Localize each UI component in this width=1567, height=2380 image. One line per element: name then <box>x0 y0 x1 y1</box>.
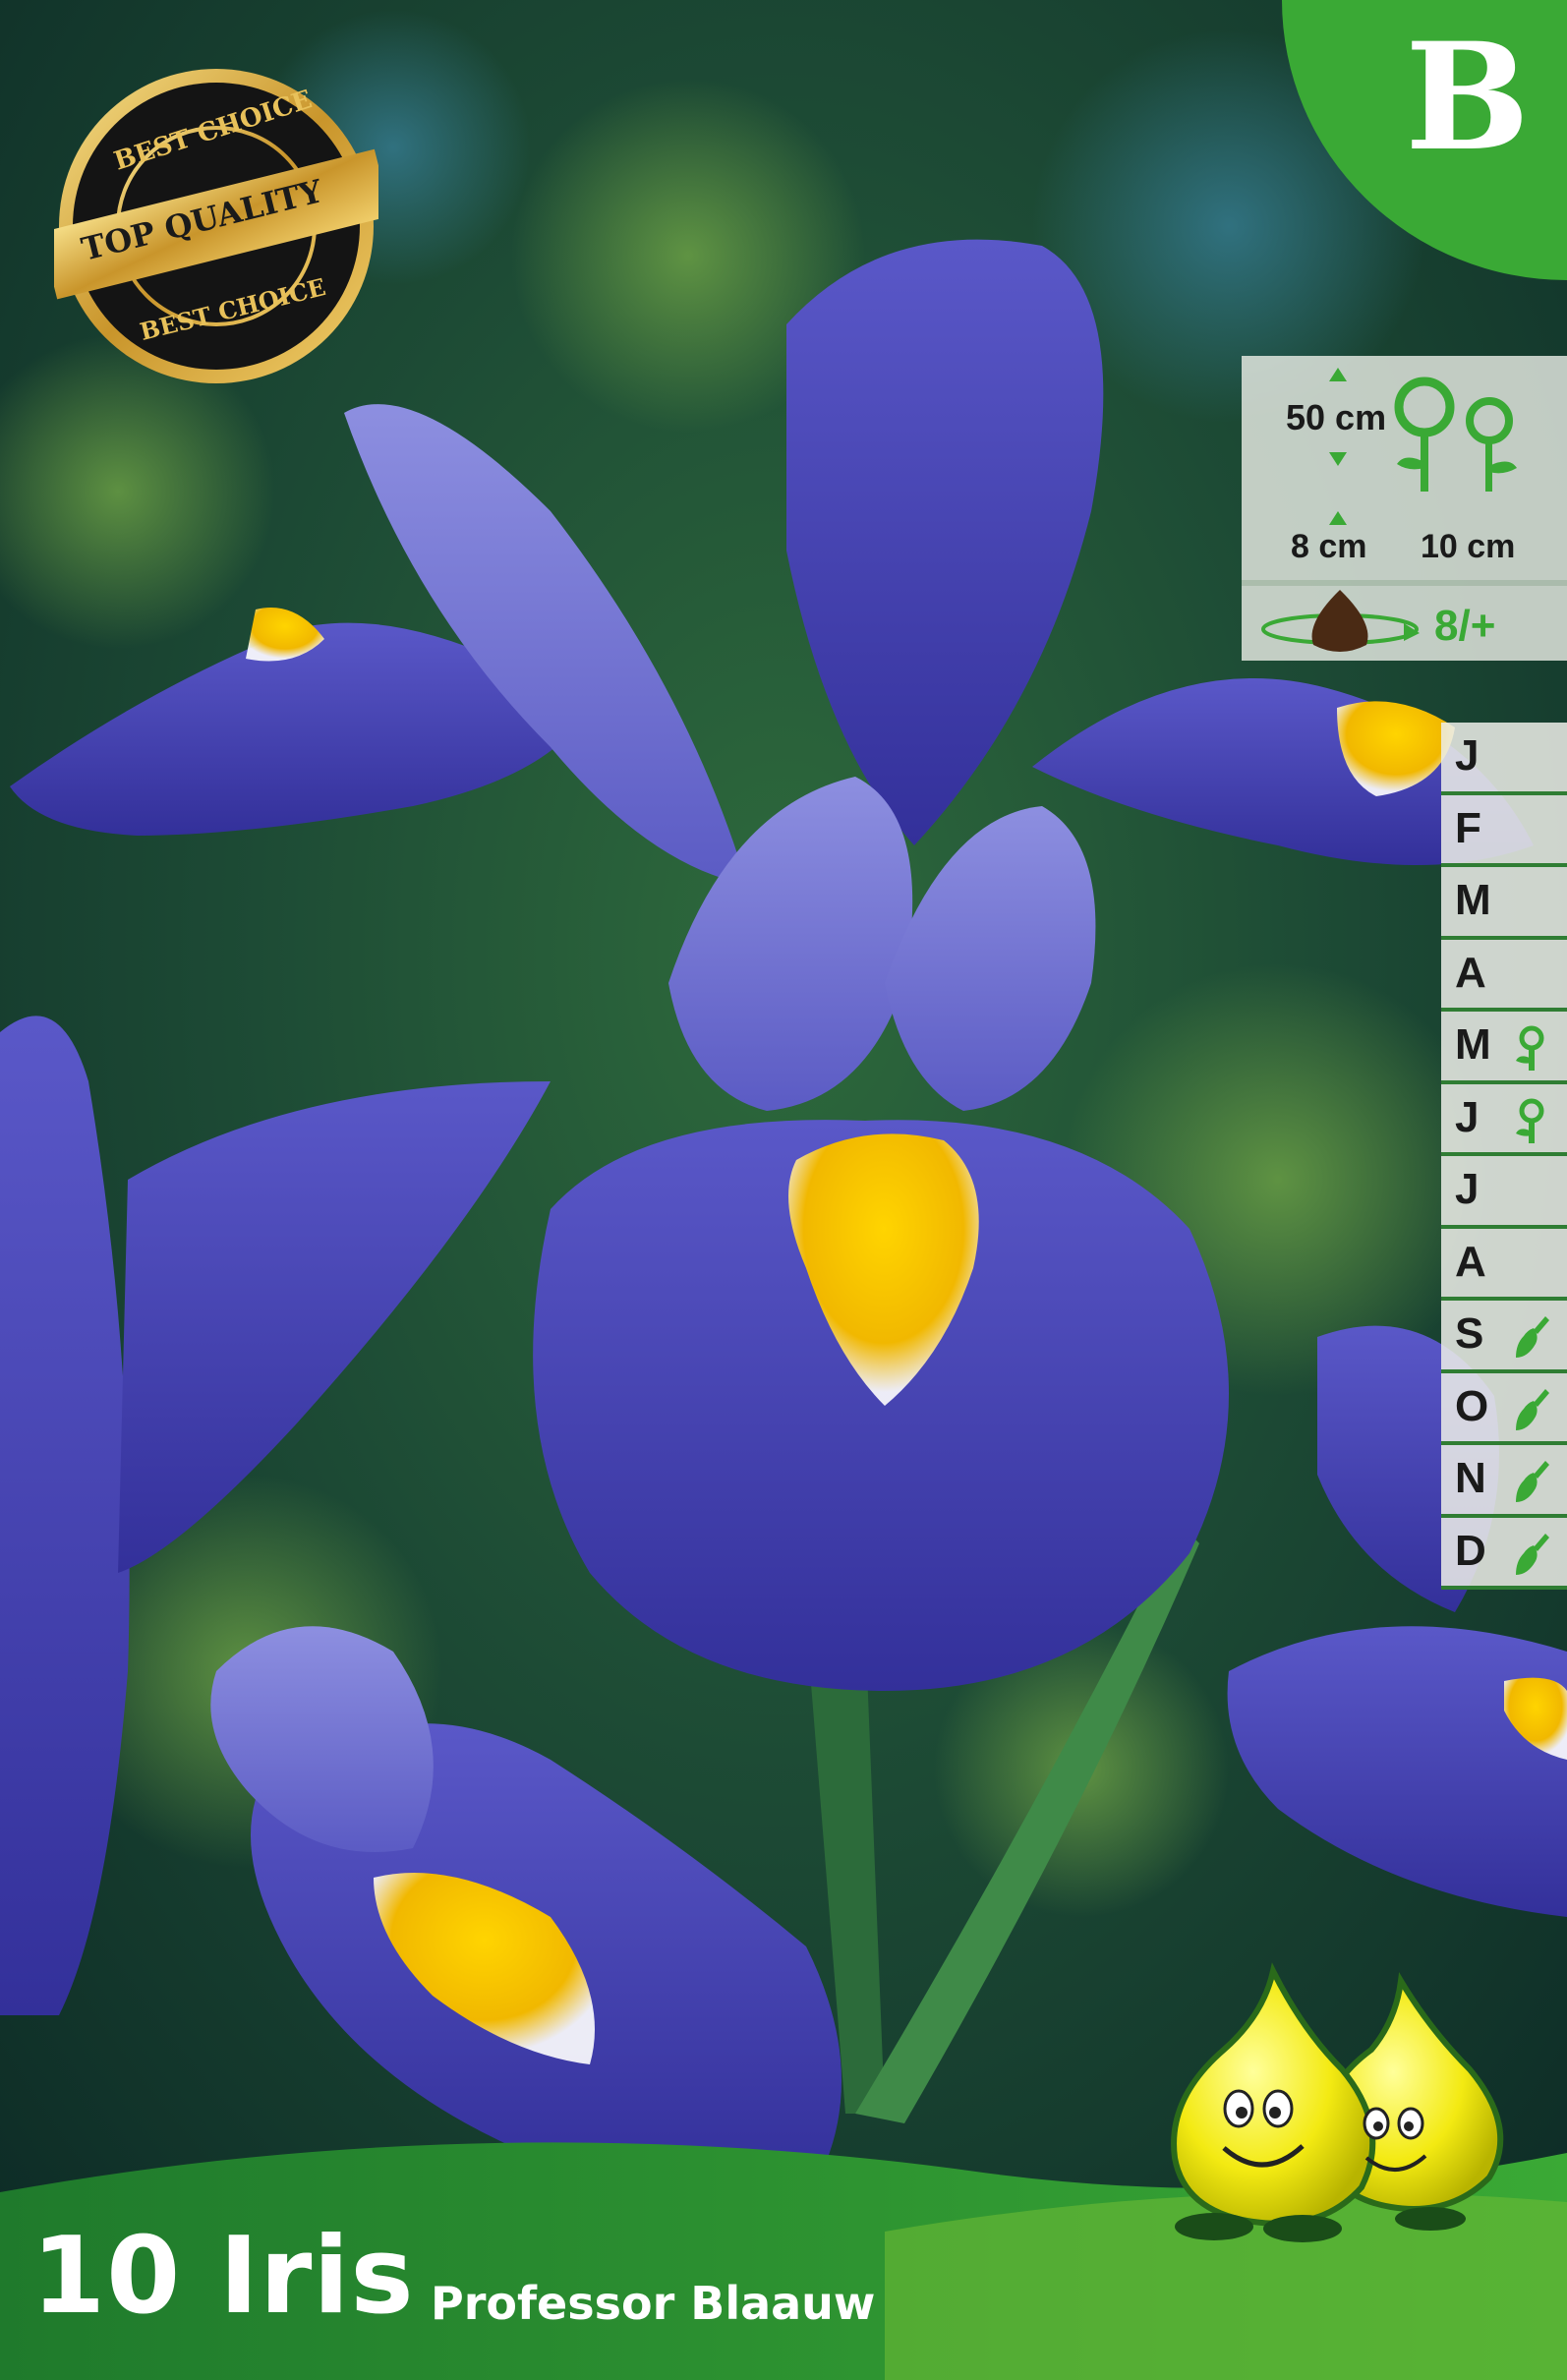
calendar-month-letter: A <box>1455 1237 1486 1286</box>
category-letter: B <box>1405 11 1530 184</box>
flower-icon <box>1516 1025 1544 1071</box>
trowel-icon <box>1516 1533 1549 1575</box>
trowel-icon <box>1516 1316 1549 1358</box>
calendar-month-letter: S <box>1455 1309 1484 1358</box>
bulb-rotation-icon <box>1261 590 1420 652</box>
calendar-month-row: A <box>1441 939 1567 1012</box>
calendar-month-row: O <box>1441 1372 1567 1445</box>
arrow-up-icon <box>1329 368 1347 381</box>
calendar-month-row: N <box>1441 1445 1567 1518</box>
flowering-calendar: JFMAMJJASOND <box>1441 723 1567 1590</box>
calendar-month-letter: F <box>1455 803 1481 852</box>
arrow-up-icon <box>1329 511 1347 525</box>
calendar-month-row: M <box>1441 867 1567 940</box>
flower-height-icon <box>1394 377 1517 492</box>
calendar-month-row: F <box>1441 794 1567 867</box>
calendar-month-row: J <box>1441 723 1567 795</box>
calendar-month-row: M <box>1441 1012 1567 1084</box>
product-title: 10 Iris <box>31 2215 415 2338</box>
calendar-month-letter: M <box>1455 1020 1491 1069</box>
calendar-month-row: J <box>1441 1083 1567 1156</box>
planting-spacing: 10 cm <box>1421 528 1516 565</box>
trowel-icon <box>1516 1388 1549 1430</box>
calendar-month-letter: J <box>1455 731 1480 780</box>
calendar-month-letter: N <box>1455 1454 1486 1502</box>
product-variety: Professor Blaauw <box>431 2277 876 2330</box>
bulb-count-hint: 8/+ <box>1434 602 1496 650</box>
calendar-month-row: D <box>1441 1517 1567 1590</box>
bulb-mascots-icon <box>1171 1962 1504 2242</box>
calendar-month-letter: D <box>1455 1526 1486 1575</box>
calendar-month-letter: J <box>1455 1165 1480 1213</box>
calendar-month-letter: M <box>1455 876 1491 924</box>
calendar-month-letter: O <box>1455 1381 1489 1430</box>
calendar-month-row: S <box>1441 1301 1567 1373</box>
calendar-month-row: J <box>1441 1156 1567 1229</box>
planting-info-panel: 50 cm 8 cm 10 cm 8/+ <box>1242 356 1567 661</box>
arrow-down-icon <box>1329 452 1347 466</box>
calendar-month-row: A <box>1441 1228 1567 1301</box>
calendar-month-letter: J <box>1455 1092 1480 1141</box>
plant-height: 50 cm <box>1286 397 1387 437</box>
trowel-icon <box>1516 1461 1549 1502</box>
flower-icon <box>1516 1098 1544 1143</box>
planting-depth: 8 cm <box>1291 528 1367 565</box>
calendar-month-letter: A <box>1455 948 1486 997</box>
